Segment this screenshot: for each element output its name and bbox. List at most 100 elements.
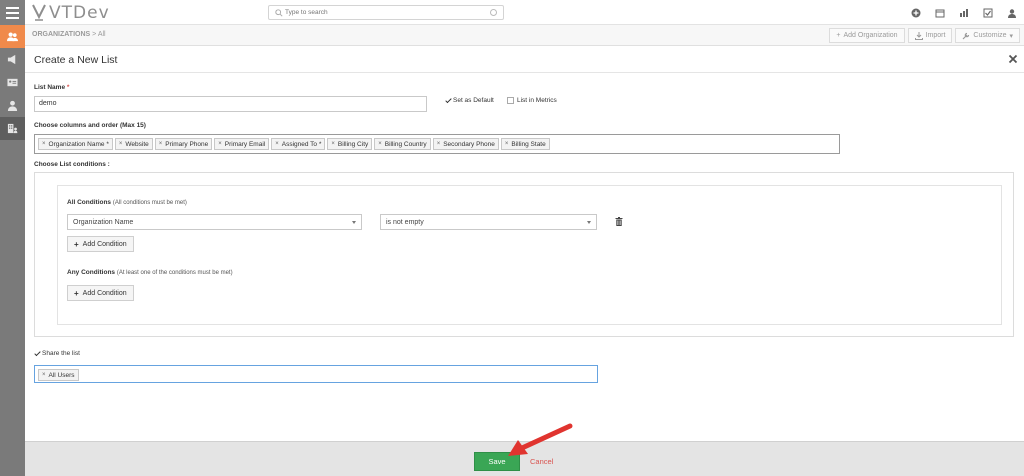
plus-icon: + [74, 288, 79, 298]
customize-button[interactable]: Customize ▾ [955, 28, 1020, 43]
column-tag[interactable]: × Secondary Phone [432, 138, 499, 150]
search-clear-icon[interactable] [490, 9, 497, 16]
calendar-icon[interactable] [928, 0, 952, 25]
all-conditions-heading: All Conditions (All conditions must be m… [67, 199, 187, 206]
remove-tag-icon[interactable]: × [505, 141, 509, 147]
cancel-link[interactable]: Cancel [530, 457, 553, 466]
column-tag[interactable]: × Billing City [327, 138, 373, 150]
share-list-label: Share the list [42, 350, 80, 357]
breadcrumb-module[interactable]: ORGANIZATIONS [32, 31, 90, 38]
share-tag-label: All Users [48, 371, 75, 379]
any-conditions-note: (At least one of the conditions must be … [116, 270, 233, 276]
dropdown-arrow-icon [352, 221, 356, 224]
any-conditions-title: Any Conditions [67, 269, 116, 276]
conditions-panel: All Conditions (All conditions must be m… [34, 172, 1014, 337]
trash-icon[interactable] [615, 217, 623, 226]
global-search[interactable] [268, 5, 504, 20]
column-tag[interactable]: × Organization Name * [38, 138, 113, 150]
remove-tag-icon[interactable]: × [119, 141, 123, 147]
plus-icon: + [836, 32, 841, 39]
column-tag[interactable]: × Billing Country [374, 138, 431, 150]
column-tag-label: Website [125, 140, 149, 148]
user-profile-icon[interactable] [1000, 0, 1024, 25]
top-icons [904, 0, 1024, 25]
column-tag[interactable]: × Primary Phone [154, 138, 213, 150]
list-in-metrics-checkbox[interactable]: List in Metrics [507, 97, 557, 104]
dropdown-arrow-icon [587, 221, 591, 224]
column-tag-label: Billing State [511, 140, 546, 148]
import-button[interactable]: Import [907, 28, 953, 43]
breadcrumb-current[interactable]: All [98, 31, 106, 38]
checkmark-icon [34, 349, 41, 356]
required-marker: * [66, 84, 70, 91]
column-tag-label: Organization Name * [48, 140, 109, 148]
megaphone-icon [7, 54, 16, 65]
remove-tag-icon[interactable]: × [42, 141, 46, 147]
add-any-condition-button[interactable]: + Add Condition [67, 285, 134, 301]
column-tag-label: Assigned To * [281, 140, 322, 148]
module-actions: + Add Organization Import Customize ▾ [829, 28, 1020, 43]
add-condition-label: Add Condition [82, 289, 127, 297]
condition-field-value: Organization Name [73, 219, 134, 226]
columns-label: Choose columns and order (Max 15) [34, 122, 146, 129]
search-icon [275, 9, 283, 17]
sidebar-item-marketing[interactable] [0, 48, 25, 71]
remove-tag-icon[interactable]: × [275, 141, 279, 147]
column-tag[interactable]: × Assigned To * [271, 138, 326, 150]
share-list-checkbox[interactable]: Share the list [34, 349, 80, 357]
checkbox-icon [507, 97, 514, 104]
condition-operator-select[interactable]: is not empty [380, 214, 597, 230]
all-conditions-note: (All conditions must be met) [112, 200, 187, 206]
remove-tag-icon[interactable]: × [159, 141, 163, 147]
wrench-icon [962, 32, 970, 39]
column-tag-label: Secondary Phone [443, 140, 495, 148]
column-tag-label: Primary Email [224, 140, 266, 148]
add-organization-button[interactable]: + Add Organization [829, 28, 905, 43]
sidebar-item-organizations[interactable] [0, 25, 25, 48]
share-users-selector[interactable]: × All Users [34, 365, 598, 383]
column-tag-label: Billing City [337, 140, 369, 148]
sidebar-item-accounts[interactable] [0, 117, 25, 140]
id-card-icon [7, 78, 18, 87]
save-button[interactable]: Save [474, 452, 520, 471]
building-user-icon [7, 123, 18, 134]
column-tag[interactable]: × Website [114, 138, 153, 150]
import-label: Import [925, 32, 946, 39]
remove-tag-icon[interactable]: × [42, 372, 46, 378]
remove-tag-icon[interactable]: × [218, 141, 222, 147]
close-icon[interactable] [1008, 54, 1018, 64]
list-in-metrics-label: List in Metrics [517, 97, 557, 104]
remove-tag-icon[interactable]: × [378, 141, 382, 147]
column-tag[interactable]: × Billing State [500, 138, 550, 150]
download-icon [914, 31, 923, 40]
remove-tag-icon[interactable]: × [437, 141, 441, 147]
user-icon [7, 100, 18, 111]
sidebar-item-contacts-card[interactable] [0, 71, 25, 94]
condition-operator-value: is not empty [386, 219, 424, 226]
conditions-container: All Conditions (All conditions must be m… [57, 185, 1002, 325]
column-tag-label: Billing Country [384, 140, 427, 148]
columns-selector[interactable]: × Organization Name * × Website × Primary P… [34, 134, 840, 154]
add-organization-label: Add Organization [843, 32, 898, 39]
condition-field-select[interactable]: Organization Name [67, 214, 362, 230]
tasks-icon[interactable] [976, 0, 1000, 25]
breadcrumb-separator: > [92, 31, 97, 38]
add-all-condition-button[interactable]: + Add Condition [67, 236, 134, 252]
search-input[interactable] [285, 7, 485, 18]
app-logo[interactable]: VTDev [32, 3, 110, 23]
building-icon [7, 32, 18, 42]
create-list-modal: Create a New List List Name * demo Set a… [25, 46, 1024, 441]
list-name-label: List Name * [34, 84, 69, 91]
conditions-label: Choose List conditions : [34, 161, 110, 168]
modal-title: Create a New List [34, 54, 118, 66]
remove-tag-icon[interactable]: × [331, 141, 335, 147]
menu-icon[interactable] [0, 0, 25, 25]
list-name-input[interactable]: demo [34, 96, 427, 112]
add-icon[interactable] [904, 0, 928, 25]
sidebar-item-contacts[interactable] [0, 94, 25, 117]
reports-icon[interactable] [952, 0, 976, 25]
brand-name: VTDev [49, 3, 110, 23]
set-as-default-checkbox[interactable]: Set as Default [445, 96, 494, 104]
column-tag[interactable]: × Primary Email [214, 138, 270, 150]
share-tag[interactable]: × All Users [38, 369, 79, 381]
